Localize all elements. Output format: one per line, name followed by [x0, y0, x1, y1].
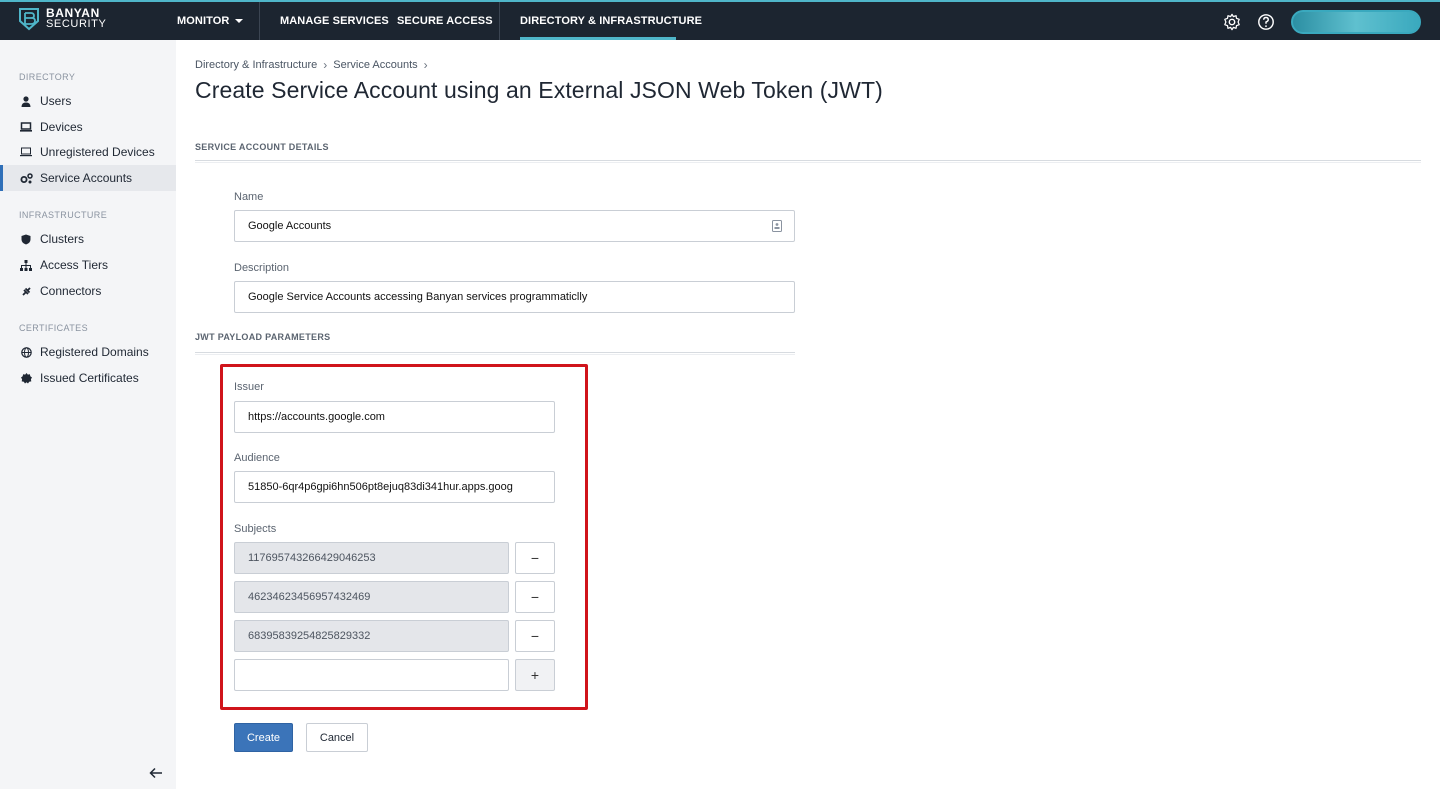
- sidebar-section-certificates: CERTIFICATES: [19, 323, 88, 333]
- name-label: Name: [234, 191, 264, 203]
- minus-icon: −: [530, 589, 540, 605]
- subject-value: 117695743266429046253: [248, 552, 376, 564]
- remove-subject-button[interactable]: −: [515, 620, 555, 652]
- sidebar-section-infrastructure: INFRASTRUCTURE: [19, 210, 108, 220]
- breadcrumb-link-service-accounts[interactable]: Service Accounts: [333, 59, 417, 71]
- contact-card-icon: [772, 220, 782, 232]
- section-divider: [195, 352, 795, 355]
- subjects-label: Subjects: [234, 523, 277, 535]
- nav-divider: [259, 2, 260, 40]
- issuer-field[interactable]: https://accounts.google.com: [234, 401, 555, 433]
- create-button[interactable]: Create: [234, 723, 293, 752]
- sidebar-item-service-accounts[interactable]: Service Accounts: [0, 165, 176, 191]
- banyan-logo[interactable]: BANYAN SECURITY: [18, 7, 106, 31]
- subject-field: 117695743266429046253: [234, 542, 509, 574]
- new-subject-input[interactable]: [234, 659, 509, 691]
- breadcrumb-link-directory[interactable]: Directory & Infrastructure: [195, 59, 317, 71]
- globe-icon: [19, 345, 33, 359]
- description-label: Description: [234, 262, 290, 274]
- certificate-icon: [19, 371, 33, 385]
- add-subject-button[interactable]: +: [515, 659, 555, 691]
- nav-manage-services-label: MANAGE SERVICES: [280, 15, 389, 27]
- sidebar-item-users[interactable]: Users: [0, 88, 176, 114]
- audience-label: Audience: [234, 452, 280, 464]
- minus-icon: −: [530, 628, 540, 644]
- subject-value: 68395839254825829332: [248, 630, 371, 642]
- sidebar-item-label: Clusters: [40, 232, 85, 246]
- issuer-label: Issuer: [234, 381, 264, 393]
- sidebar-item-label: Unregistered Devices: [40, 145, 155, 159]
- nav-divider: [499, 2, 500, 40]
- audience-field-value: 51850-6qr4p6gpi6hn506pt8ejuq83di341hur.a…: [248, 481, 513, 493]
- brand-sub: SECURITY: [46, 18, 107, 30]
- top-navigation-bar: BANYAN SECURITY MONITOR MANAGE SERVICES …: [0, 0, 1440, 40]
- chevron-right-icon: ›: [323, 58, 328, 72]
- chevron-down-icon: [235, 19, 244, 23]
- subject-field: 46234623456957432469: [234, 581, 509, 613]
- description-field[interactable]: Google Service Accounts accessing Banyan…: [234, 281, 795, 313]
- section-heading-jwt: JWT PAYLOAD PARAMETERS: [195, 332, 331, 342]
- issuer-field-value: https://accounts.google.com: [248, 411, 385, 423]
- collapse-sidebar-icon[interactable]: [148, 765, 164, 781]
- nav-secure-access[interactable]: SECURE ACCESS: [397, 2, 493, 40]
- page-title: Create Service Account using an External…: [195, 77, 883, 103]
- plus-icon: +: [530, 667, 540, 683]
- section-heading-details: SERVICE ACCOUNT DETAILS: [195, 142, 329, 152]
- sidebar-item-devices[interactable]: Devices: [0, 114, 176, 140]
- hierarchy-icon: [19, 258, 33, 272]
- nav-manage-services[interactable]: MANAGE SERVICES: [280, 2, 389, 40]
- sidebar-item-clusters[interactable]: Clusters: [0, 226, 176, 252]
- shield-icon: [19, 232, 33, 246]
- audience-field[interactable]: 51850-6qr4p6gpi6hn506pt8ejuq83di341hur.a…: [234, 471, 555, 503]
- sidebar-item-label: Users: [40, 94, 72, 108]
- sidebar-item-label: Devices: [40, 120, 83, 134]
- help-icon[interactable]: [1257, 13, 1275, 31]
- remove-subject-button[interactable]: −: [515, 581, 555, 613]
- subject-field: 68395839254825829332: [234, 620, 509, 652]
- brand-wordmark: BANYAN SECURITY: [46, 7, 107, 30]
- sidebar-item-label: Connectors: [40, 284, 102, 298]
- banyan-shield-icon: [19, 8, 39, 31]
- gear-icon[interactable]: [1223, 13, 1241, 31]
- chevron-right-icon: ›: [423, 58, 428, 72]
- description-field-value: Google Service Accounts accessing Banyan…: [248, 291, 588, 303]
- sidebar-item-label: Access Tiers: [40, 258, 109, 272]
- subject-value: 46234623456957432469: [248, 591, 371, 603]
- gears-icon: [19, 171, 33, 185]
- name-field-value: Google Accounts: [248, 220, 332, 232]
- sidebar-item-connectors[interactable]: Connectors: [0, 278, 176, 304]
- sidebar-item-unregistered-devices[interactable]: Unregistered Devices: [0, 139, 176, 165]
- sidebar-item-access-tiers[interactable]: Access Tiers: [0, 252, 176, 278]
- sidebar-item-registered-domains[interactable]: Registered Domains: [0, 339, 176, 365]
- sidebar-item-label: Service Accounts: [40, 171, 133, 185]
- user-account-menu[interactable]: [1291, 10, 1421, 34]
- sidebar-item-label: Registered Domains: [40, 345, 149, 359]
- nav-active-indicator: [520, 37, 676, 40]
- nav-directory-infrastructure-label: DIRECTORY & INFRASTRUCTURE: [520, 15, 703, 27]
- nav-monitor-label: MONITOR: [177, 15, 230, 27]
- remove-subject-button[interactable]: −: [515, 542, 555, 574]
- nav-monitor[interactable]: MONITOR: [177, 2, 244, 40]
- nav-directory-infrastructure[interactable]: DIRECTORY & INFRASTRUCTURE: [520, 2, 702, 40]
- section-divider: [195, 160, 1421, 163]
- sidebar: DIRECTORY Users Devices Unregistered Dev…: [0, 40, 176, 789]
- laptop-outline-icon: [19, 145, 33, 159]
- name-field[interactable]: Google Accounts: [234, 210, 795, 242]
- sidebar-item-label: Issued Certificates: [40, 371, 139, 385]
- cancel-button[interactable]: Cancel: [306, 723, 368, 752]
- plug-icon: [19, 284, 33, 298]
- user-icon: [19, 94, 33, 108]
- nav-secure-access-label: SECURE ACCESS: [397, 15, 493, 27]
- breadcrumb: Directory & Infrastructure › Service Acc…: [195, 58, 428, 72]
- sidebar-section-directory: DIRECTORY: [19, 72, 76, 82]
- minus-icon: −: [530, 550, 540, 566]
- laptop-icon: [19, 120, 33, 134]
- sidebar-item-issued-certificates[interactable]: Issued Certificates: [0, 365, 176, 391]
